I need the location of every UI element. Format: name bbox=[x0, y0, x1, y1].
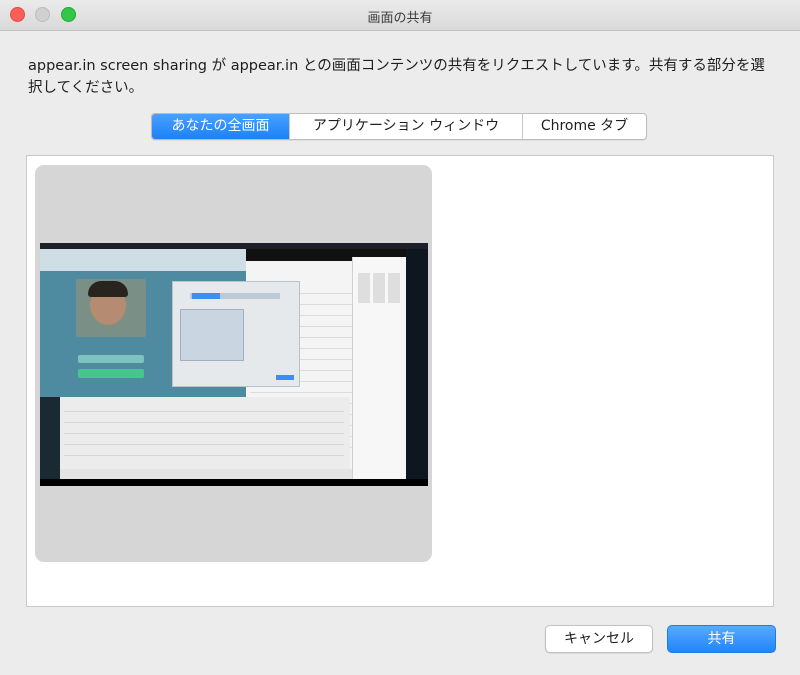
cancel-button[interactable]: キャンセル bbox=[545, 625, 653, 653]
share-screen-dialog: 画面の共有 appear.in screen sharing が appear.… bbox=[0, 0, 800, 675]
share-button[interactable]: 共有 bbox=[667, 625, 776, 653]
title-bar[interactable]: 画面の共有 bbox=[0, 0, 800, 31]
screen-selection-panel bbox=[26, 155, 774, 607]
tab-application-window[interactable]: アプリケーション ウィンドウ bbox=[289, 114, 522, 139]
tab-chrome-tab[interactable]: Chrome タブ bbox=[522, 114, 646, 139]
source-type-tabs: あなたの全画面 アプリケーション ウィンドウ Chrome タブ bbox=[151, 113, 647, 140]
screen-preview bbox=[40, 243, 428, 486]
window-title: 画面の共有 bbox=[367, 11, 433, 26]
screen-thumbnail-card[interactable] bbox=[35, 165, 432, 562]
request-description: appear.in screen sharing が appear.in との画… bbox=[28, 58, 765, 96]
tab-entire-screen[interactable]: あなたの全画面 bbox=[152, 114, 289, 139]
